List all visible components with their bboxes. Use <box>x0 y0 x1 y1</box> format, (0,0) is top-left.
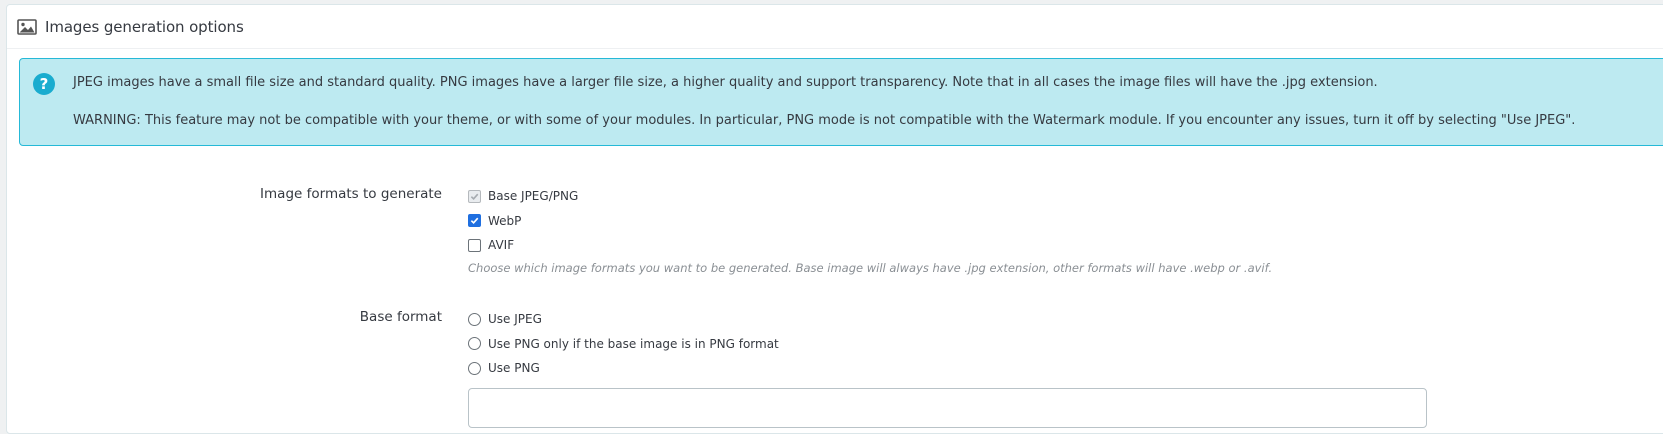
base-format-field: Use JPEG Use PNG only if the base image … <box>468 307 779 381</box>
base-format-label: Base format <box>359 309 442 325</box>
base-format-option-png[interactable]: Use PNG <box>468 356 779 381</box>
next-field-box[interactable] <box>468 388 1427 428</box>
use-png-only-radio[interactable] <box>468 337 481 351</box>
image-formats-field: Base JPEG/PNG WebP AVIF Choose which ima… <box>468 184 1272 275</box>
format-option-webp[interactable]: WebP <box>468 209 1272 234</box>
base-format-option-label: Use JPEG <box>488 312 542 327</box>
format-option-avif[interactable]: AVIF <box>468 233 1272 258</box>
formats-help-text: Choose which image formats you want to b… <box>468 260 1273 275</box>
alert-text-info: JPEG images have a small file size and s… <box>73 75 1378 90</box>
format-option-base[interactable]: Base JPEG/PNG <box>468 184 1272 209</box>
use-png-radio[interactable] <box>468 361 481 375</box>
base-format-option-label: Use PNG <box>488 361 540 376</box>
base-format-option-png-only[interactable]: Use PNG only if the base image is in PNG… <box>468 332 779 357</box>
base-format-option-jpeg[interactable]: Use JPEG <box>468 307 779 332</box>
image-icon <box>17 18 37 35</box>
panel-heading: Images generation options <box>7 5 1663 49</box>
format-option-label: Base JPEG/PNG <box>488 189 579 204</box>
webp-checkbox[interactable] <box>468 214 481 228</box>
question-circle-icon: ? <box>33 73 55 95</box>
avif-checkbox[interactable] <box>468 238 481 252</box>
image-formats-label: Image formats to generate <box>260 186 442 202</box>
alert-text-warning: WARNING: This feature may not be compati… <box>73 113 1576 128</box>
format-option-label: WebP <box>488 213 522 228</box>
base-jpeg-png-checkbox[interactable] <box>468 189 481 203</box>
info-alert: ? JPEG images have a small file size and… <box>19 58 1663 146</box>
format-option-label: AVIF <box>488 238 515 253</box>
base-format-option-label: Use PNG only if the base image is in PNG… <box>488 336 779 351</box>
use-jpeg-radio[interactable] <box>468 312 481 326</box>
panel-title: Images generation options <box>45 17 244 36</box>
